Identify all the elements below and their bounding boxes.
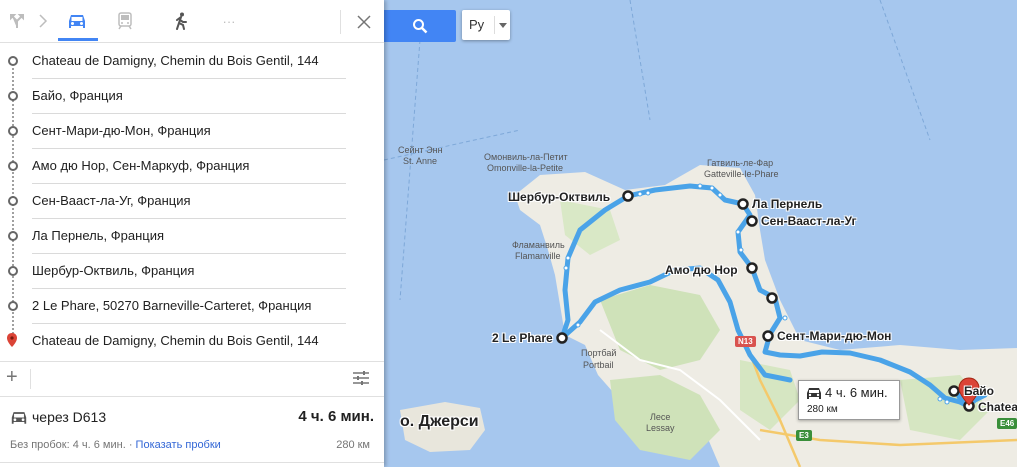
destination-pin-icon — [7, 333, 17, 347]
stop-input[interactable]: Chateau de Damigny, Chemin du Bois Genti… — [32, 324, 346, 358]
stop-input[interactable]: Сен-Вааст-ла-Уг, Франция — [32, 184, 346, 219]
map-city-la-pernelle[interactable]: Ла Пернель — [752, 197, 822, 211]
toolbar-divider — [30, 369, 31, 389]
stop-dot-icon — [8, 91, 18, 101]
stop-dot-icon — [8, 196, 18, 206]
waypoint-hameau[interactable] — [746, 262, 758, 274]
map-city-le-phare[interactable]: 2 Le Phare — [492, 331, 553, 345]
map-label-lessay: Lessay — [646, 423, 675, 433]
map-label-flamanville: Flamanville — [515, 251, 561, 261]
stop-dot-icon — [8, 56, 18, 66]
waypoint-le-phare[interactable] — [556, 332, 568, 344]
show-traffic-link[interactable]: Показать пробки — [136, 439, 221, 451]
map-label-omonville: Omonville-la-Petite — [487, 163, 564, 173]
stop-item[interactable]: Chateau de Damigny, Chemin du Bois Genti… — [0, 44, 384, 79]
road-badge-e3: E3 — [796, 430, 812, 441]
road-badge-e46: E46 — [997, 418, 1017, 429]
map-label-flamanville-ru: Фламанвиль — [512, 240, 565, 250]
car-icon — [11, 412, 27, 424]
route-distance: 280 км — [336, 439, 370, 451]
map-city-bayeux[interactable]: Байо — [964, 384, 994, 398]
waypoint-cherbourg[interactable] — [622, 190, 634, 202]
route-via: через D613 — [32, 409, 107, 425]
map-label-gatteville-ru: Гатвиль-ле-Фар — [707, 158, 774, 168]
route-divider — [0, 462, 384, 463]
modes-divider — [340, 10, 341, 34]
waypoint-bayeux[interactable] — [948, 385, 960, 397]
waypoint-vaast[interactable] — [746, 215, 758, 227]
language-divider — [494, 16, 495, 34]
callout-time: 4 ч. 6 мин. — [825, 385, 888, 400]
stop-item[interactable]: 2 Le Phare, 50270 Barneville-Carteret, Ф… — [0, 289, 384, 324]
map-label-lessay-ru: Лесе — [650, 412, 671, 422]
waypoint-la-pernelle[interactable] — [737, 198, 749, 210]
chevron-down-icon — [499, 23, 507, 28]
stop-input[interactable]: 2 Le Phare, 50270 Barneville-Carteret, Ф… — [32, 289, 346, 324]
car-icon — [807, 388, 821, 399]
route-time: 4 ч. 6 мин. — [298, 408, 374, 425]
map-label-portbail-ru: Портбай — [581, 348, 617, 358]
language-code: Ру — [469, 17, 485, 32]
close-icon[interactable] — [352, 10, 376, 34]
directions-fork-icon[interactable] — [6, 10, 28, 32]
stop-item[interactable]: Амо дю Нор, Сен-Маркуф, Франция — [0, 149, 384, 184]
map-city-sainte-marie[interactable]: Сент-Мари-дю-Мон — [777, 329, 891, 343]
route-option[interactable]: через D613 4 ч. 6 мин. Без пробок: 4 ч. … — [0, 398, 384, 467]
mode-walk-button[interactable] — [170, 10, 192, 32]
add-destination-button[interactable]: + — [6, 366, 18, 389]
stop-dot-icon — [8, 161, 18, 171]
map-city-chateau[interactable]: Chateau — [978, 400, 1017, 414]
map-label-omonville-ru: Омонвиль-ла-Петит — [484, 152, 568, 162]
route-callout[interactable]: 4 ч. 6 мин. 280 км — [798, 380, 900, 420]
mode-car-button[interactable] — [66, 10, 88, 32]
stop-item[interactable]: Шербур-Октвиль, Франция — [0, 254, 384, 289]
train-icon — [118, 12, 132, 30]
map-city-vaast[interactable]: Сен-Вааст-ла-Уг — [761, 214, 856, 228]
stop-input[interactable]: Ла Пернель, Франция — [32, 219, 346, 254]
stops-toolbar: + — [0, 361, 384, 397]
stop-input[interactable]: Шербур-Октвиль, Франция — [32, 254, 346, 289]
map-label-gatteville: Gatteville-le-Phare — [704, 169, 779, 179]
map-label-saint-anne: St. Anne — [403, 156, 438, 166]
route-traffic-info: Без пробок: 4 ч. 6 мин. · Показать пробк… — [10, 439, 221, 451]
stop-item[interactable]: Байо, Франция — [0, 79, 384, 114]
stops-list: Chateau de Damigny, Chemin du Bois Genti… — [0, 44, 384, 359]
stop-dot-icon — [8, 126, 18, 136]
route-options-icon[interactable] — [352, 370, 370, 386]
search-icon — [413, 19, 428, 34]
map-island-jersey[interactable]: о. Джерси — [400, 413, 479, 431]
stop-input[interactable]: Сент-Мари-дю-Мон, Франция — [32, 114, 346, 149]
mode-transit-button[interactable] — [114, 10, 136, 32]
stop-dot-icon — [8, 231, 18, 241]
stop-input[interactable]: Байо, Франция — [32, 79, 346, 114]
stop-item[interactable]: Сент-Мари-дю-Мон, Франция — [0, 114, 384, 149]
language-selector[interactable]: Ру — [462, 10, 510, 40]
map-city-cherbourg[interactable]: Шербур-Октвиль — [508, 190, 610, 204]
active-mode-indicator — [58, 38, 98, 41]
car-icon — [69, 15, 85, 28]
stop-dot-icon — [8, 266, 18, 276]
map-label-portbail: Portbail — [583, 360, 614, 370]
waypoint-extra[interactable] — [766, 292, 778, 304]
stop-input[interactable]: Chateau de Damigny, Chemin du Bois Genti… — [32, 44, 346, 79]
directions-panel: ··· Chateau de Damigny, Chemin du Bois G… — [0, 0, 384, 467]
travel-mode-bar: ··· — [0, 0, 384, 43]
chevron-right-icon — [32, 10, 54, 32]
walk-icon — [176, 12, 187, 30]
stop-input[interactable]: Амо дю Нор, Сен-Маркуф, Франция — [32, 149, 346, 184]
stop-item[interactable]: Ла Пернель, Франция — [0, 219, 384, 254]
stop-item-destination[interactable]: Chateau de Damigny, Chemin du Bois Genti… — [0, 324, 384, 359]
callout-distance: 280 км — [807, 404, 838, 415]
waypoint-sainte-marie[interactable] — [762, 330, 774, 342]
map-label-saint-anne-ru: Сейнт Энн — [398, 145, 443, 155]
route-no-traffic: Без пробок: 4 ч. 6 мин. · — [10, 439, 136, 451]
map-city-hameau[interactable]: Амо дю Нор — [665, 263, 738, 277]
stop-item[interactable]: Сен-Вааст-ла-Уг, Франция — [0, 184, 384, 219]
mode-more-button[interactable]: ··· — [218, 10, 240, 32]
search-button[interactable] — [384, 10, 456, 42]
stop-dot-icon — [8, 301, 18, 311]
road-badge-n13: N13 — [735, 336, 756, 347]
